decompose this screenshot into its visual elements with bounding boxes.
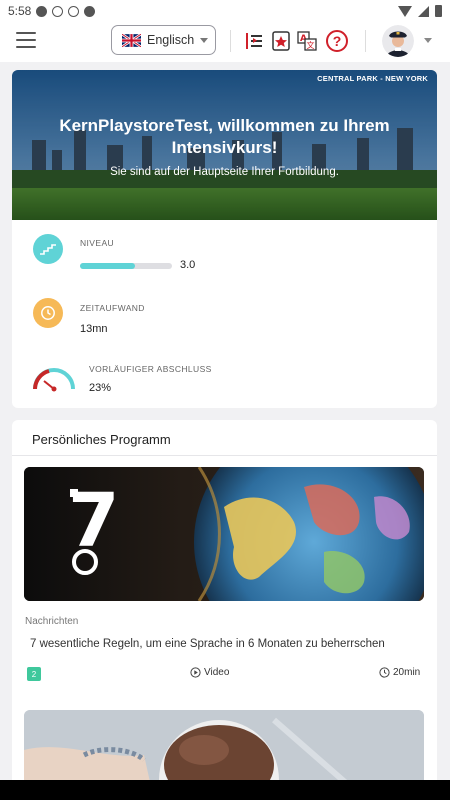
status-time: 5:58 [8, 4, 32, 18]
chevron-down-icon[interactable] [424, 38, 432, 43]
time-label: ZEITAUFWAND [80, 303, 145, 313]
article-badge: 2 [27, 667, 41, 681]
completion-label: VORLÄUFIGER ABSCHLUSS [89, 364, 212, 374]
mic-icon [68, 5, 80, 17]
article-type-label: Video [204, 667, 230, 678]
level-progress-fill [80, 263, 136, 269]
welcome-title: KernPlaystoreTest, willkommen zu Ihrem I… [59, 116, 390, 157]
divider [365, 30, 366, 52]
time-value: 13mn [80, 323, 108, 335]
divider [230, 30, 231, 52]
language-label: Englisch [147, 33, 195, 47]
clock-icon [33, 298, 63, 328]
chevron-down-icon [200, 37, 209, 43]
stairs-icon [33, 234, 63, 264]
completion-value: 23% [89, 382, 112, 394]
level-value: 3.0 [180, 259, 196, 271]
stats-panel: NIVEAU 3.0 ZEITAUFWAND 13mn VORLÄUFIGER … [12, 220, 437, 408]
wifi-icon [398, 5, 412, 17]
menu-icon[interactable] [16, 32, 36, 48]
language-selector[interactable]: Englisch [111, 25, 216, 55]
divider [12, 455, 437, 456]
play-circle-icon [190, 667, 201, 678]
shield-icon [52, 5, 64, 17]
article-title[interactable]: 7 wesentliche Regeln, um eine Sprache in… [30, 638, 385, 650]
favorites-icon[interactable] [270, 30, 292, 52]
article-type: Video [190, 667, 229, 678]
app-notification-icon [84, 5, 96, 17]
cellular-icon [418, 5, 429, 17]
avatar[interactable] [382, 25, 414, 57]
status-bar: 5:58 [0, 0, 450, 22]
clock-icon [379, 667, 390, 678]
uk-flag-icon [122, 33, 141, 47]
thumbnail-circle [72, 549, 98, 575]
system-nav-bar [0, 780, 450, 800]
personal-program-section: Persönliches Programm 7 Nachrichten 7 we… [12, 420, 437, 800]
battery-icon [435, 5, 442, 17]
lessons-icon[interactable] [243, 30, 265, 52]
article-duration-label: 20min [393, 667, 421, 678]
hero-banner: CENTRAL PARK - NEW YORK KernPlaystoreTes… [12, 70, 437, 220]
translate-icon[interactable]: A 文 [296, 30, 318, 52]
svg-text:文: 文 [307, 40, 315, 50]
article-category: Nachrichten [25, 616, 79, 627]
help-icon[interactable]: ? [326, 30, 348, 52]
location-label: CENTRAL PARK - NEW YORK [317, 74, 428, 83]
welcome-subtitle: Sie sind auf der Hauptseite Ihrer Fortbi… [110, 166, 339, 178]
section-heading: Persönliches Programm [32, 432, 171, 447]
article-duration: 20min [379, 667, 420, 678]
article-thumbnail[interactable]: 7 [24, 467, 424, 601]
top-app-bar: Englisch A 文 ? [0, 22, 450, 62]
thumbnail-dot [70, 489, 78, 497]
level-progress-bar [80, 263, 172, 269]
level-label: NIVEAU [80, 238, 115, 248]
notification-icon [36, 5, 48, 17]
gauge-icon [33, 368, 75, 392]
